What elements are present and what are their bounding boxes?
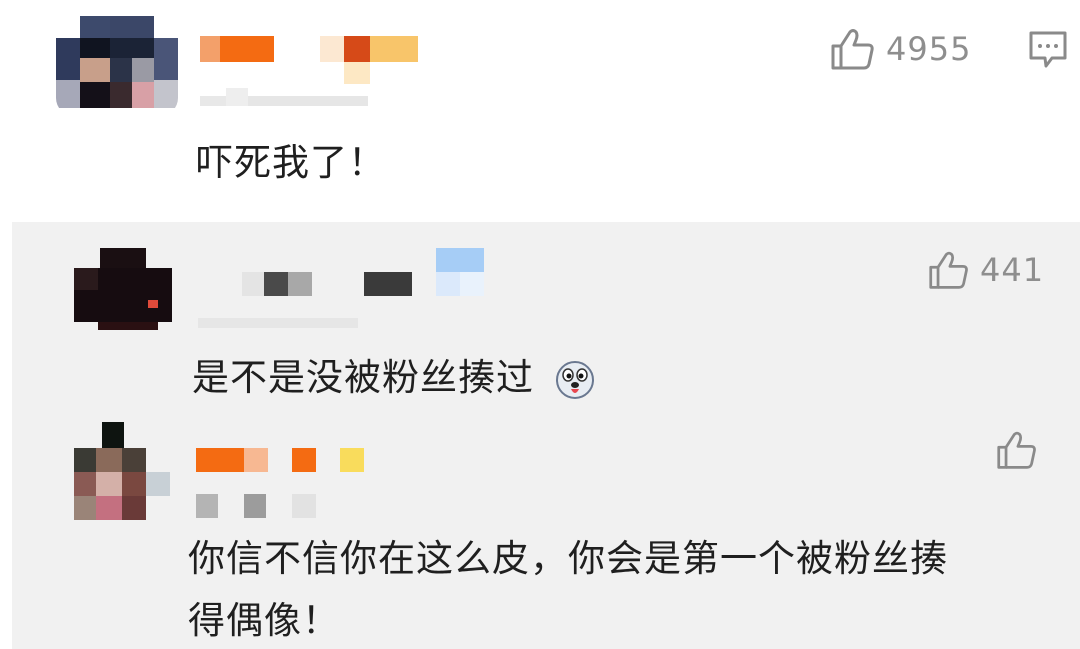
avatar[interactable] [56, 16, 178, 116]
comment-bubble-icon [1029, 31, 1067, 68]
avatar[interactable] [74, 422, 174, 522]
thumbs-up-icon [831, 29, 874, 70]
like-count: 441 [980, 251, 1045, 289]
username-pixelated[interactable] [200, 36, 420, 86]
reply-text-content: 是不是没被粉丝揍过 [192, 356, 534, 399]
comment-text: 吓死我了！ [196, 141, 386, 184]
timestamp-pixelated [200, 88, 370, 108]
timestamp-pixelated [198, 318, 358, 330]
like-button[interactable]: 441 [928, 250, 1044, 290]
like-count: 4955 [886, 30, 972, 68]
thumbs-up-icon [997, 431, 1036, 469]
reply-button[interactable] [1028, 30, 1068, 70]
username-pixelated[interactable] [196, 448, 396, 474]
avatar[interactable] [74, 248, 172, 330]
like-button[interactable] [996, 430, 1038, 470]
reply-text-line-2: 得偶像！ [188, 599, 340, 642]
top-comment: 4955 吓死我了！ [0, 0, 1080, 222]
reply-text-line-1: 你信不信你在这么皮，你会是第一个被粉丝揍 [188, 537, 948, 580]
thumbs-up-icon [929, 251, 968, 289]
reply-text: 是不是没被粉丝揍过 [192, 355, 595, 401]
dog-face-emoji-icon [555, 360, 595, 400]
timestamp-pixelated [196, 494, 326, 520]
username-pixelated[interactable] [242, 248, 502, 298]
reply-list: 441 是不是没被粉丝揍过 你信不信你在这么皮，你会是第一个被粉丝揍 得偶像！ [12, 222, 1080, 649]
like-button[interactable]: 4955 [830, 28, 971, 70]
